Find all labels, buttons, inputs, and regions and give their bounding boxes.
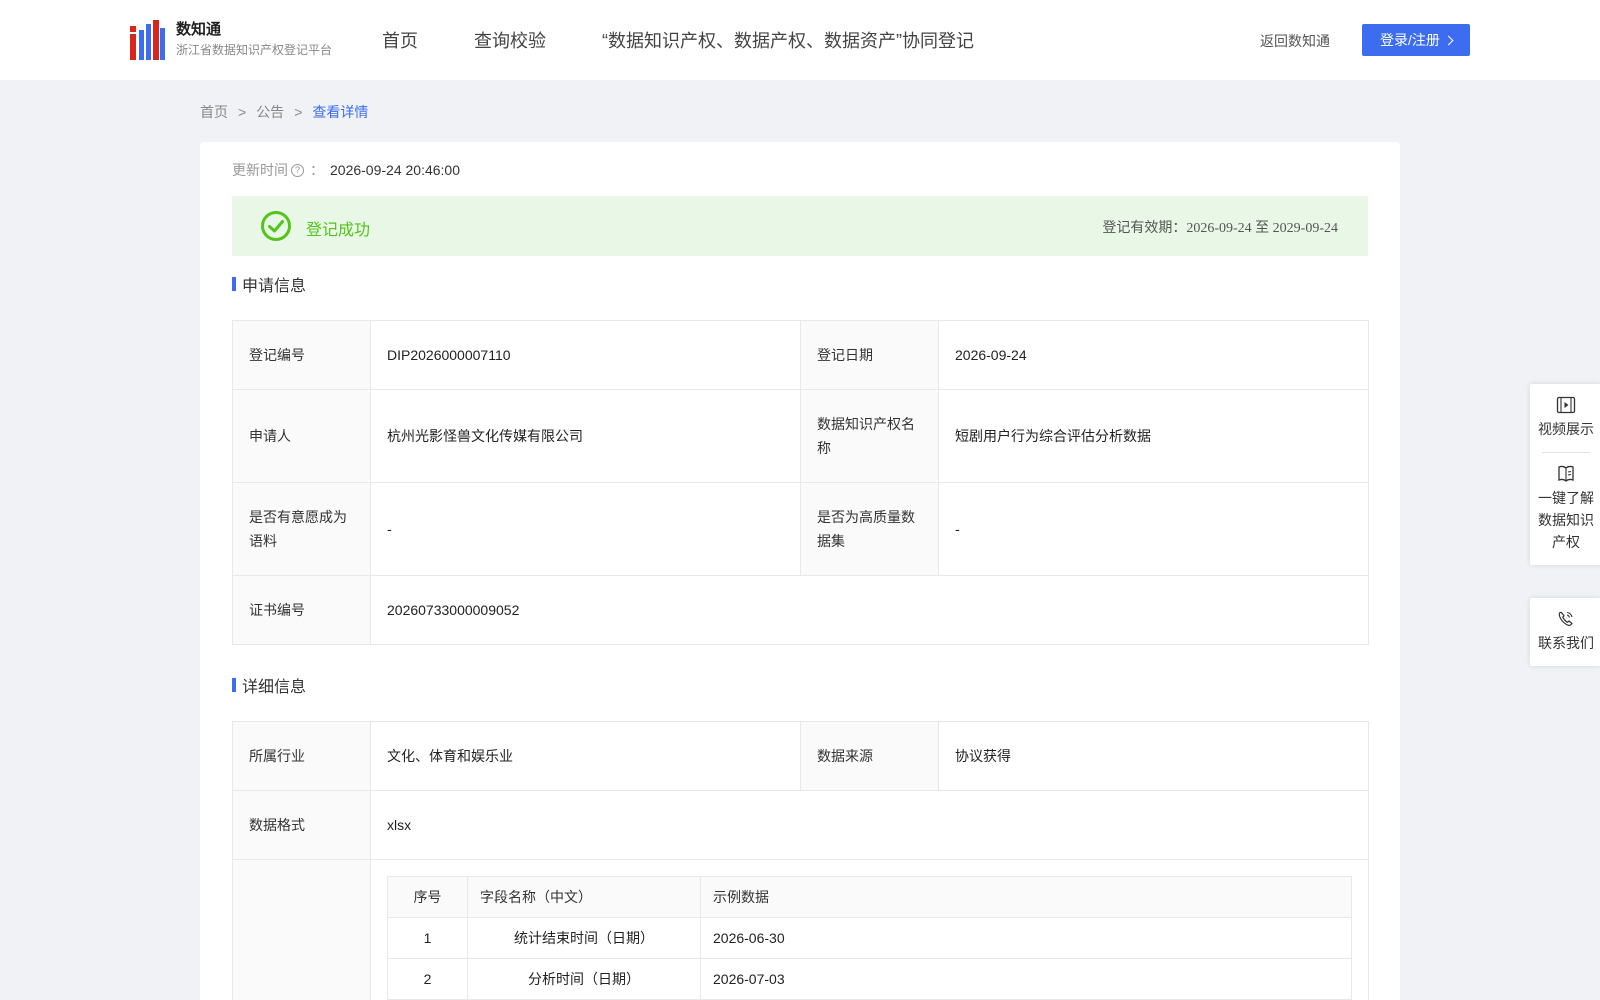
contact-us-button[interactable]: 联系我们 [1530,598,1600,666]
ip-name-value: 短剧用户行为综合评估分析数据 [938,389,1369,483]
table-row: 1 统计结束时间（日期） 2026-06-30 [387,917,1352,959]
side-panel-main: 视频展示 一键了解数据知识产权 [1530,384,1600,565]
video-showcase-button[interactable]: 视频展示 [1530,384,1600,452]
field-name: 分析时间（日期） [467,958,701,1000]
table-row: 是否有意愿成为语料 - 是否为高质量数据集 - [232,482,1369,576]
update-time-colon: ： [310,162,324,178]
section-title-text: 申请信息 [242,278,307,295]
cert-no-value: 20260733000009052 [370,575,1369,645]
section-marker [232,277,236,291]
source-value: 协议获得 [938,721,1369,791]
corpus-value: - [370,482,801,576]
table-row: 申请人 杭州光影怪兽文化传媒有限公司 数据知识产权名称 短剧用户行为综合评估分析… [232,389,1369,483]
login-register-button[interactable]: 登录/注册 [1362,24,1470,56]
section-title-application: 申请信息 [232,272,306,296]
field-example: 2026-07-03 [700,958,1352,1000]
source-label: 数据来源 [800,721,939,791]
industry-value: 文化、体育和娱乐业 [370,721,801,791]
applicant-value: 杭州光影怪兽文化传媒有限公司 [370,389,801,483]
field-no: 1 [387,917,468,959]
table-row: 证书编号 20260733000009052 [232,575,1369,645]
table-row: 登记编号 DIP2026000007110 登记日期 2026-09-24 [232,320,1369,390]
main-nav: 首页 查询校验 “数据知识产权、数据产权、数据资产”协同登记 [382,0,1030,80]
logo-mark-icon [130,20,165,60]
application-table: 登记编号 DIP2026000007110 登记日期 2026-09-24 申请… [232,320,1369,645]
learn-ip-button[interactable]: 一键了解数据知识产权 [1530,453,1600,565]
table-row: 序号 字段名称（中文） 示例数据 1 统计结束时间（日期） 2026-06-30… [232,859,1369,1000]
breadcrumb-current: 查看详情 [312,104,369,120]
format-label: 数据格式 [232,790,371,860]
detail-table: 所属行业 文化、体育和娱乐业 数据来源 协议获得 数据格式 xlsx 序号 字段… [232,721,1369,1000]
reg-no-label: 登记编号 [232,320,371,390]
detail-card: 更新时间 ? ： 2026-09-24 20:46:00 登记成功 登记有效期：… [200,142,1400,1000]
status-banner: 登记成功 登记有效期：2026-09-24 至 2029-09-24 [232,196,1368,256]
high-quality-label: 是否为高质量数据集 [800,482,939,576]
learn-ip-label: 一键了解数据知识产权 [1538,490,1594,550]
question-icon[interactable]: ? [291,163,304,177]
industry-label: 所属行业 [232,721,371,791]
field-no: 2 [387,958,468,1000]
status-text: 登记成功 [306,222,371,239]
update-time-value: 2026-09-24 20:46:00 [330,162,460,178]
nav-joint-registration[interactable]: “数据知识产权、数据产权、数据资产”协同登记 [602,27,974,53]
section-title-detail: 详细信息 [232,673,306,697]
reg-date-label: 登记日期 [800,320,939,390]
breadcrumb-separator: > [294,104,303,120]
breadcrumb-home[interactable]: 首页 [200,102,228,122]
check-circle-icon [261,211,291,241]
contact-us-label: 联系我们 [1538,635,1594,651]
table-row: 数据格式 xlsx [232,790,1369,860]
logo-title: 数知通 [176,21,222,38]
validity-period: 登记有效期：2026-09-24 至 2029-09-24 [1102,221,1338,236]
field-name: 统计结束时间（日期） [467,917,701,959]
breadcrumb-notice[interactable]: 公告 [256,102,284,122]
nav-query[interactable]: 查询校验 [474,27,546,53]
update-time: 更新时间 ? ： 2026-09-24 20:46:00 [232,160,460,180]
breadcrumb-separator: > [238,104,247,120]
section-marker [232,678,236,692]
table-row: 2 分析时间（日期） 2026-07-03 [387,958,1352,1000]
top-header: 数知通 浙江省数据知识产权登记平台 首页 查询校验 “数据知识产权、数据产权、数… [0,0,1600,80]
reg-date-value: 2026-09-24 [938,320,1369,390]
breadcrumb: 首页 > 公告 > 查看详情 [200,102,368,122]
fields-header-row: 序号 字段名称（中文） 示例数据 [387,876,1352,918]
login-register-label: 登录/注册 [1380,32,1440,48]
col-header-example: 示例数据 [700,876,1352,918]
high-quality-value: - [938,482,1369,576]
logo[interactable]: 数知通 浙江省数据知识产权登记平台 [130,20,332,60]
corpus-label: 是否有意愿成为语料 [232,482,371,576]
fields-table: 序号 字段名称（中文） 示例数据 1 统计结束时间（日期） 2026-06-30… [387,876,1352,1000]
fields-label-cell [232,859,371,1000]
cert-no-label: 证书编号 [232,575,371,645]
ip-name-label: 数据知识产权名称 [800,389,939,483]
video-showcase-label: 视频展示 [1538,421,1594,437]
field-example: 2026-06-30 [700,917,1352,959]
fields-cell: 序号 字段名称（中文） 示例数据 1 统计结束时间（日期） 2026-06-30… [370,859,1369,1000]
chevron-right-icon [1443,35,1454,45]
video-icon [1556,396,1576,414]
table-row: 所属行业 文化、体育和娱乐业 数据来源 协议获得 [232,721,1369,791]
section-title-text: 详细信息 [242,679,307,696]
col-header-no: 序号 [387,876,468,918]
phone-icon [1558,611,1573,626]
applicant-label: 申请人 [232,389,371,483]
format-value: xlsx [370,790,1369,860]
side-panel-contact: 联系我们 [1530,598,1600,666]
logo-subtitle: 浙江省数据知识产权登记平台 [176,43,333,57]
back-link[interactable]: 返回数知通 [1260,31,1330,51]
update-time-label: 更新时间 [232,162,288,178]
nav-home[interactable]: 首页 [382,27,418,53]
reg-no-value: DIP2026000007110 [370,320,801,390]
col-header-name: 字段名称（中文） [467,876,701,918]
book-icon [1558,465,1574,482]
